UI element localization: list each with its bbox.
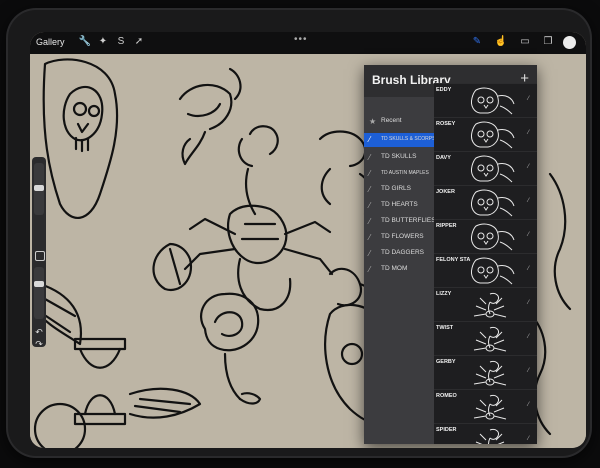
brush-item[interactable]: SPIDER ⁄ [434, 423, 537, 444]
brush-name: EDDY [436, 87, 452, 93]
brush-stroke-icon: ⁄ [528, 164, 530, 170]
brush-set-icon: ⁄ [369, 249, 371, 258]
brush-set-icon: ⁄ [369, 217, 371, 226]
brush-set-skulls-scorps[interactable]: ⁄ TD SKULLS & SCORPS [364, 133, 436, 147]
brush-set-icon: ⁄ [369, 201, 371, 210]
brush-set-icon: ⁄ [369, 233, 371, 242]
brush-item[interactable]: RIPPER ⁄ [434, 219, 537, 254]
brush-set-icon: ⁄ [369, 185, 371, 194]
brush-stroke-icon: ⁄ [528, 266, 530, 272]
brush-name: ROMEO [436, 393, 457, 399]
brush-name: JOKER [436, 189, 455, 195]
brush-name: DAVY [436, 155, 451, 161]
brush-set-icon: ⁄ [369, 153, 371, 162]
brush-set-skulls[interactable]: ⁄ TD SKULLS [364, 151, 434, 165]
brush-name: ROSEY [436, 121, 456, 127]
scorpion-stamp-preview [460, 426, 522, 444]
brush-set-butterflies[interactable]: ⁄ TD BUTTERFLIES [364, 215, 436, 229]
star-icon: ★ [369, 117, 377, 126]
brush-name: SPIDER [436, 427, 457, 433]
opacity-slider[interactable] [34, 267, 44, 319]
brush-set-flowers[interactable]: ⁄ TD FLOWERS [364, 231, 434, 245]
brush-set-label: TD SKULLS [381, 153, 417, 160]
slider-knob[interactable] [34, 281, 44, 287]
brush-item[interactable]: DAVY ⁄ [434, 151, 537, 186]
brush-set-icon: ⁄ [369, 265, 371, 274]
layers-icon[interactable]: ❐ [541, 35, 555, 49]
brush-set-girls[interactable]: ⁄ TD GIRLS [364, 183, 434, 197]
brush-item[interactable]: ROMEO ⁄ [434, 389, 537, 424]
brush-stroke-icon: ⁄ [528, 402, 530, 408]
brush-stroke-icon: ⁄ [528, 300, 530, 306]
brush-list: EDDY ⁄ ROSEY ⁄ DAVY ⁄ JOKER ⁄ RIPPER ⁄ FELONY STA ⁄… [434, 83, 537, 444]
top-toolbar: Gallery 🔧 ✦ S ➚ ••• ✎ ☝ ▭ ❐ [30, 32, 586, 54]
more-dots-icon[interactable]: ••• [294, 34, 308, 45]
brush-set-recent[interactable]: ★ Recent [364, 115, 434, 129]
brush-name: TWIST [436, 325, 454, 331]
brush-set-list: ★ Recent ⁄ TD SKULLS & SCORPS ⁄ TD SKULL… [364, 97, 436, 444]
brush-set-daggers[interactable]: ⁄ TD DAGGERS [364, 247, 434, 261]
select-icon[interactable]: S [114, 35, 128, 49]
brush-item[interactable]: TWIST ⁄ [434, 321, 537, 356]
brush-stroke-icon: ⁄ [528, 232, 530, 238]
brush-stroke-icon: ⁄ [528, 368, 530, 374]
brush-name: LIZZY [436, 291, 452, 297]
redo-icon[interactable]: ↷ [34, 339, 44, 349]
wrench-icon[interactable]: 🔧 [78, 35, 92, 49]
scorpion-stamp-preview [460, 358, 522, 388]
brush-set-label: Recent [381, 117, 402, 124]
brush-set-label: TD SKULLS & SCORPS [381, 136, 436, 142]
scorpion-stamp-preview [460, 392, 522, 422]
brush-item[interactable]: ROSEY ⁄ [434, 117, 537, 152]
brush-item[interactable]: JOKER ⁄ [434, 185, 537, 220]
skull-stamp-preview [460, 154, 522, 184]
brush-item[interactable]: GERBY ⁄ [434, 355, 537, 390]
brush-set-icon: ⁄ [369, 169, 371, 178]
procreate-screen: Gallery 🔧 ✦ S ➚ ••• ✎ ☝ ▭ ❐ ↶ ↷ Brush Li… [30, 32, 586, 448]
brush-set-mom[interactable]: ⁄ TD MOM [364, 263, 434, 277]
brush-set-icon: ⁄ [369, 135, 371, 144]
skull-stamp-preview [460, 86, 522, 116]
brush-stroke-icon: ⁄ [528, 96, 530, 102]
brush-set-label: TD MOM [381, 265, 408, 272]
brush-size-slider[interactable] [34, 163, 44, 215]
brush-set-label: TD DAGGERS [381, 249, 424, 256]
side-slider-bar: ↶ ↷ [32, 157, 46, 349]
brush-stroke-icon: ⁄ [528, 334, 530, 340]
brush-set-label: TD BUTTERFLIES [381, 217, 436, 224]
brush-name: RIPPER [436, 223, 457, 229]
brush-set-label: TD GIRLS [381, 185, 411, 192]
color-swatch[interactable] [563, 36, 576, 49]
modify-button[interactable] [35, 251, 45, 261]
scorpion-stamp-preview [460, 324, 522, 354]
tablet-frame: Gallery 🔧 ✦ S ➚ ••• ✎ ☝ ▭ ❐ ↶ ↷ Brush Li… [8, 10, 590, 456]
skull-stamp-preview [460, 222, 522, 252]
brush-icon[interactable]: ✎ [470, 35, 484, 49]
brush-item[interactable]: EDDY ⁄ [434, 83, 537, 118]
brush-set-label: TD HEARTS [381, 201, 418, 208]
skull-stamp-preview [460, 256, 522, 286]
skull-stamp-preview [460, 188, 522, 218]
brush-stroke-icon: ⁄ [528, 130, 530, 136]
undo-icon[interactable]: ↶ [34, 327, 44, 337]
brush-set-hearts[interactable]: ⁄ TD HEARTS [364, 199, 434, 213]
brush-set-label: TD FLOWERS [381, 233, 424, 240]
brush-name: GERBY [436, 359, 456, 365]
brush-item[interactable]: FELONY STA ⁄ [434, 253, 537, 288]
skull-stamp-preview [460, 120, 522, 150]
eraser-icon[interactable]: ▭ [518, 35, 532, 49]
brush-library-panel: Brush Library + ★ Recent ⁄ TD SKULLS & S… [364, 65, 537, 444]
adjust-icon[interactable]: ✦ [96, 35, 110, 49]
brush-set-austin-maples[interactable]: ⁄ TD AUSTIN MAPLES [364, 167, 434, 181]
brush-stroke-icon: ⁄ [528, 436, 530, 442]
transform-icon[interactable]: ➚ [132, 35, 146, 49]
gallery-button[interactable]: Gallery [36, 37, 65, 47]
slider-knob[interactable] [34, 185, 44, 191]
brush-item[interactable]: LIZZY ⁄ [434, 287, 537, 322]
smudge-icon[interactable]: ☝ [494, 35, 508, 49]
brush-stroke-icon: ⁄ [528, 198, 530, 204]
brush-set-label: TD AUSTIN MAPLES [381, 170, 429, 176]
scorpion-stamp-preview [460, 290, 522, 320]
